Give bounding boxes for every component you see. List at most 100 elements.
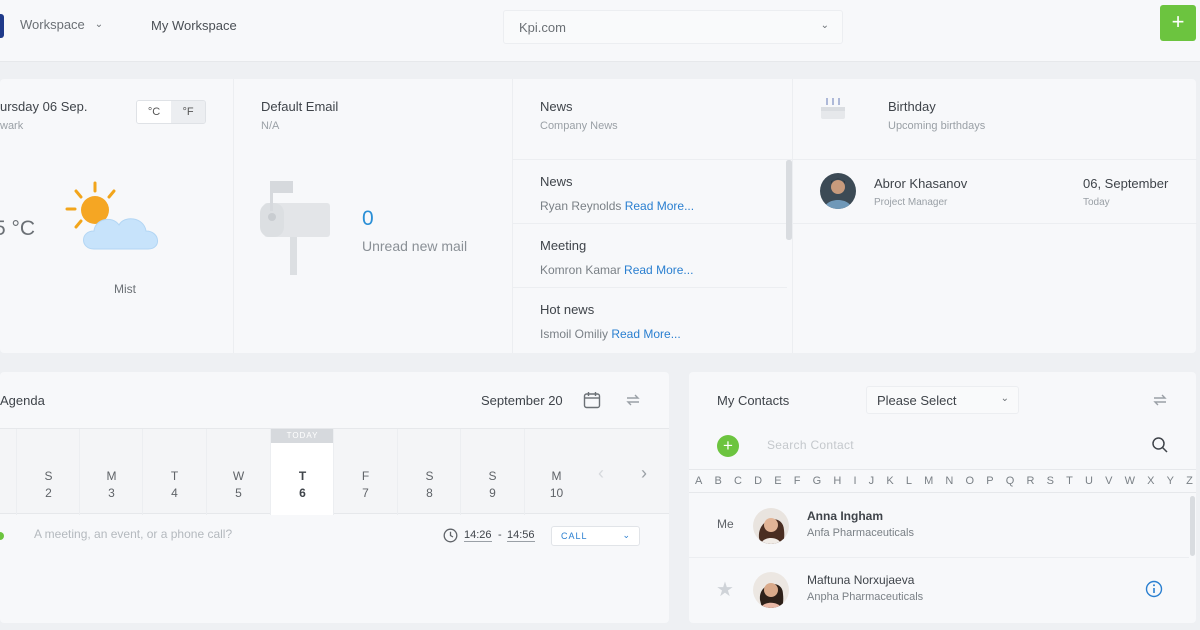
day-name: M (106, 469, 117, 483)
search-contact-input[interactable]: Search Contact (767, 438, 854, 452)
alpha-letter[interactable]: Y (1167, 470, 1174, 492)
event-type-select[interactable]: CALL ⌄ (551, 526, 640, 546)
time-to-input[interactable]: 14:56 (507, 529, 535, 542)
info-icon[interactable] (1145, 580, 1163, 598)
contacts-filter-select[interactable]: Please Select ⌄ (866, 386, 1019, 414)
alpha-letter[interactable]: K (886, 470, 893, 492)
alphabet-filter: A B C D E F G H I J K L M N O P Q R S T … (689, 469, 1196, 493)
news-item[interactable]: News Ryan Reynolds Read More... (513, 160, 787, 224)
app-logo[interactable] (0, 14, 4, 38)
alpha-letter[interactable]: J (869, 470, 875, 492)
birthday-widget: Birthday Upcoming birthdays Abror Khasan… (787, 79, 1197, 353)
day-name: T (170, 469, 179, 483)
add-button[interactable]: + (1160, 5, 1196, 41)
news-item-title: Meeting (540, 238, 587, 253)
alpha-letter[interactable]: Q (1006, 470, 1015, 492)
day-cell[interactable]: T 4 (142, 429, 205, 515)
email-address: N/A (261, 120, 280, 132)
contact-row[interactable]: ★ Maftuna Norxujaeva Anpha Pharmaceutica… (689, 558, 1189, 622)
top-bar: Workspace ⌄ My Workspace Kpi.com ⌄ + (0, 0, 1200, 62)
day-cell[interactable]: M 10 (524, 429, 587, 515)
news-widget-title: News (540, 99, 573, 114)
day-cell[interactable]: W 5 (206, 429, 269, 515)
alpha-letter[interactable]: U (1085, 470, 1093, 492)
day-name: F (361, 469, 370, 483)
agenda-title: Agenda (0, 393, 45, 408)
time-from-input[interactable]: 14:26 (464, 529, 492, 542)
birthday-widget-subtitle: Upcoming birthdays (888, 120, 986, 132)
alpha-letter[interactable]: M (924, 470, 933, 492)
mailbox-icon (260, 181, 330, 275)
chevron-left-icon[interactable]: ‹ (598, 463, 604, 484)
day-cell[interactable]: S 2 (16, 429, 79, 515)
sync-icon[interactable] (1151, 391, 1169, 409)
workspace-dropdown[interactable]: Workspace ⌄ (20, 17, 103, 32)
day-cell-today[interactable]: TODAY T 6 (270, 429, 334, 515)
alpha-letter[interactable]: Z (1186, 470, 1193, 492)
event-input[interactable]: A meeting, an event, or a phone call? (34, 527, 232, 541)
avatar (820, 173, 856, 209)
chevron-right-icon[interactable]: › (641, 463, 647, 484)
alpha-letter[interactable]: E (774, 470, 781, 492)
alpha-letter[interactable]: I (853, 470, 856, 492)
read-more-link[interactable]: Read More... (625, 199, 694, 213)
star-icon[interactable]: ★ (716, 577, 734, 602)
birthday-scrollbar[interactable] (787, 160, 792, 240)
contacts-scrollbar[interactable] (1190, 496, 1195, 556)
contacts-title: My Contacts (717, 393, 790, 408)
workspace-name[interactable]: My Workspace (151, 18, 237, 33)
alpha-letter[interactable]: S (1047, 470, 1054, 492)
contacts-filter-value: Please Select (877, 393, 957, 408)
contact-row-me[interactable]: Me Anna Ingham Anfa Pharmaceuticals (689, 494, 1189, 558)
alpha-letter[interactable]: G (813, 470, 822, 492)
day-name: T (298, 469, 307, 483)
alpha-letter[interactable]: L (906, 470, 912, 492)
event-type-value: CALL (561, 531, 588, 541)
day-cell[interactable]: S 8 (397, 429, 460, 515)
birthday-item[interactable]: Abror Khasanov Project Manager 06, Septe… (793, 160, 1197, 224)
alpha-letter[interactable]: P (986, 470, 993, 492)
fahrenheit-button[interactable]: °F (171, 101, 205, 123)
news-widget: News Company News News Ryan Reynolds Rea… (512, 79, 793, 353)
alpha-letter[interactable]: O (966, 470, 975, 492)
celsius-button[interactable]: °C (137, 101, 171, 123)
day-number: 6 (299, 486, 306, 500)
day-cell[interactable]: S 9 (460, 429, 523, 515)
alpha-letter[interactable]: V (1105, 470, 1112, 492)
alpha-letter[interactable]: D (754, 470, 762, 492)
news-item-author-name: Komron Kamar (540, 263, 621, 277)
read-more-link[interactable]: Read More... (611, 327, 680, 341)
alpha-letter[interactable]: R (1026, 470, 1034, 492)
contact-company: Anfa Pharmaceuticals (807, 527, 914, 539)
news-item-title: Hot news (540, 302, 595, 317)
alpha-letter[interactable]: C (734, 470, 742, 492)
add-contact-button[interactable]: + (717, 435, 739, 457)
news-item-author-name: Ryan Reynolds (540, 199, 622, 213)
calendar-icon[interactable] (583, 391, 601, 409)
day-cell[interactable]: M 3 (79, 429, 142, 515)
news-item[interactable]: Hot news Ismoil Omiliy Read More... (513, 288, 787, 352)
search-icon[interactable] (1151, 436, 1169, 454)
weather-date: ursday 06 Sep. (0, 99, 88, 114)
domain-select[interactable]: Kpi.com ⌄ (503, 10, 843, 44)
alpha-letter[interactable]: H (833, 470, 841, 492)
read-more-link[interactable]: Read More... (624, 263, 693, 277)
avatar (753, 572, 789, 608)
widget-row: ursday 06 Sep. wark °C °F 5 °C Mist Defa… (0, 79, 1197, 353)
alpha-letter[interactable]: A (695, 470, 702, 492)
unread-mail-count[interactable]: 0 (362, 207, 374, 231)
alpha-letter[interactable]: N (945, 470, 953, 492)
alpha-letter[interactable]: T (1066, 470, 1073, 492)
alpha-letter[interactable]: B (715, 470, 722, 492)
weather-location: wark (0, 120, 24, 132)
day-cell[interactable]: F 7 (333, 429, 396, 515)
alpha-letter[interactable]: X (1147, 470, 1154, 492)
chevron-down-icon: ⌄ (94, 19, 104, 30)
sync-icon[interactable] (624, 391, 642, 409)
alpha-letter[interactable]: F (794, 470, 801, 492)
day-number: 8 (426, 486, 433, 500)
chevron-down-icon: ⌄ (622, 530, 631, 540)
news-item[interactable]: Meeting Komron Kamar Read More... (513, 224, 787, 288)
alpha-letter[interactable]: W (1125, 470, 1135, 492)
day-number: 9 (489, 486, 496, 500)
